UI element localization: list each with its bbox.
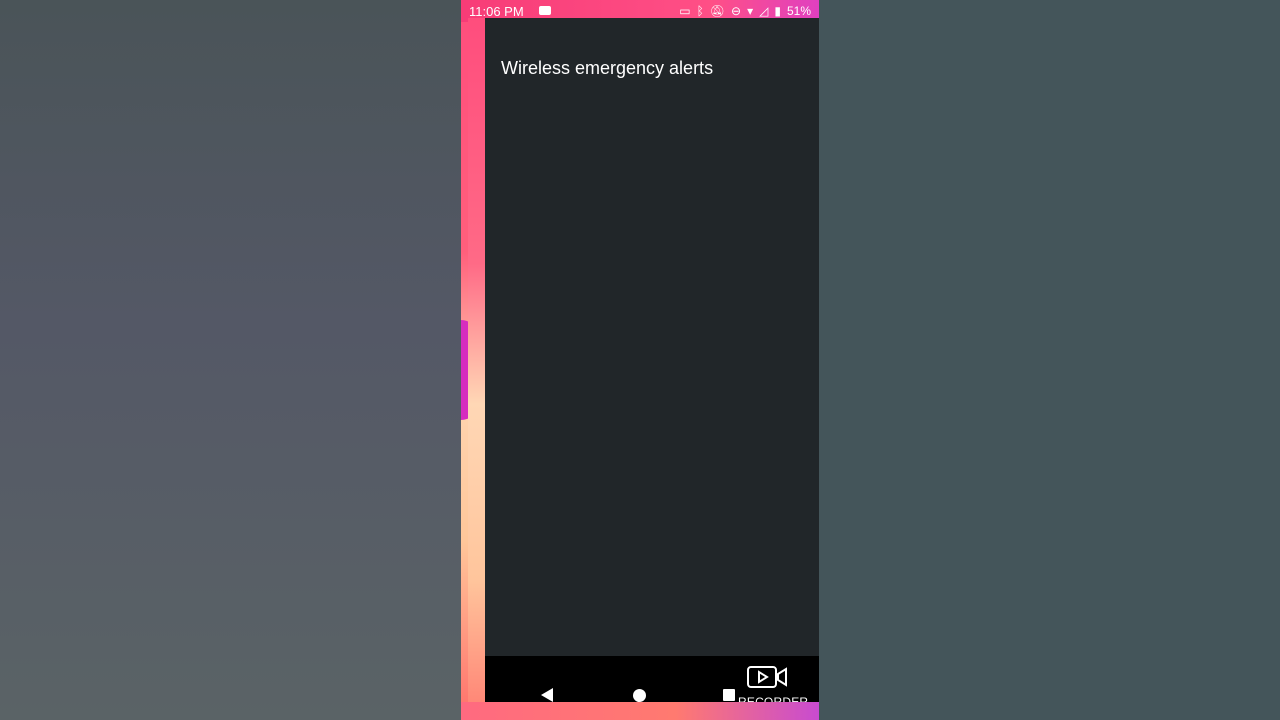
background-left <box>0 0 461 720</box>
screen-recorder-icon[interactable] <box>747 664 787 690</box>
cast-icon: ▭ <box>679 4 691 18</box>
video-recording-icon <box>539 6 551 15</box>
navigation-bar: RECORDER <box>485 656 819 709</box>
home-icon[interactable] <box>633 689 646 702</box>
phone-screen: 11:06 PM ▭ ᛒ 🔕︎ ⊖ ▾ ◿ ▮ 51% Wireless eme… <box>461 0 819 720</box>
recents-icon[interactable] <box>723 689 735 701</box>
do-not-disturb-icon: ⊖ <box>731 4 742 18</box>
wallpaper-bottom-strip <box>461 702 819 720</box>
status-icons: ▭ ᛒ 🔕︎ ⊖ ▾ ◿ ▮ 51% <box>679 4 811 18</box>
back-icon[interactable] <box>541 688 553 702</box>
battery-percentage: 51% <box>786 4 811 18</box>
settings-panel: Wireless emergency alerts <box>485 18 819 658</box>
status-time: 11:06 PM <box>469 4 524 19</box>
notifications-off-icon: 🔕︎ <box>709 4 726 18</box>
page-title: Wireless emergency alerts <box>501 58 714 78</box>
wifi-icon: ▾ <box>747 4 754 18</box>
wallpaper-strip <box>468 18 485 720</box>
bluetooth-icon: ᛒ <box>696 4 704 18</box>
no-signal-icon: ◿ <box>759 4 769 18</box>
battery-saver-icon: ▮ <box>774 4 781 18</box>
